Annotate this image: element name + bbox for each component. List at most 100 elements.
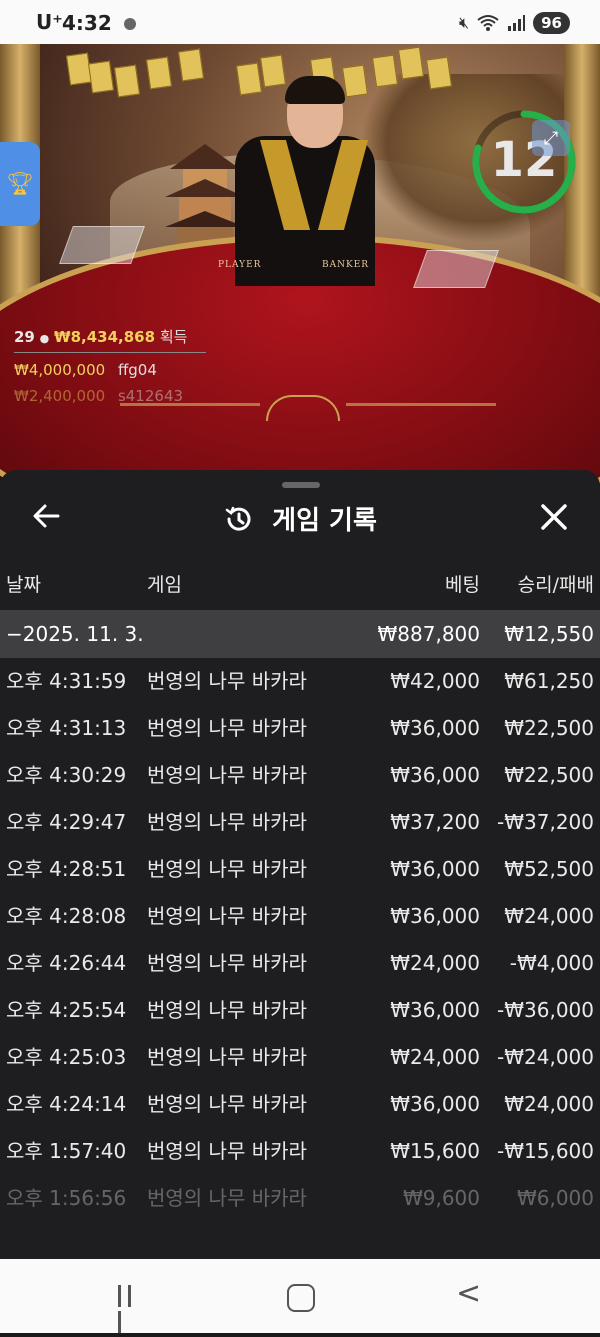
wifi-icon — [477, 15, 499, 31]
row-time: 오후 4:28:51 — [6, 857, 127, 881]
card-decoration — [398, 46, 424, 80]
row-bet: ₩36,000 — [390, 904, 480, 928]
table-fan-ornament — [266, 395, 340, 421]
row-time: 오후 4:30:29 — [6, 763, 127, 787]
card-decoration — [260, 54, 286, 88]
row-game: 번영의 나무 바카라 — [147, 810, 307, 834]
row-bet: ₩36,000 — [390, 763, 480, 787]
row-time: 오후 4:25:03 — [6, 1045, 127, 1069]
live-game-view[interactable]: PLAYER BANKER 🏆︎ 12 ⤢ 29 ● ₩8,434,868 획득… — [0, 44, 600, 484]
table-header: 날짜 게임 베팅 승리/패배 — [0, 570, 600, 610]
close-button[interactable] — [536, 502, 572, 538]
winner-amount: ₩4,000,000 — [14, 361, 106, 379]
history-row[interactable]: 오후 4:30:29 번영의 나무 바카라 ₩36,000 ₩22,500 — [0, 752, 600, 799]
winner-user: s412643 — [117, 387, 184, 405]
top-winner-row: ₩2,400,000 s412643 — [14, 383, 206, 409]
row-result: ₩6,000 — [516, 1186, 594, 1210]
row-game: 번영의 나무 바카라 — [147, 669, 307, 693]
row-time: 오후 1:57:40 — [6, 1139, 127, 1163]
row-bet: ₩36,000 — [390, 716, 480, 740]
clock: 4:32 — [62, 11, 112, 35]
history-clock-icon — [225, 506, 251, 531]
group-bet-total: ₩887,800 — [377, 622, 480, 646]
person-icon: ● — [39, 332, 50, 345]
row-game: 번영의 나무 바카라 — [147, 951, 307, 975]
battery-indicator: 96 — [533, 12, 570, 34]
row-time: 오후 4:31:13 — [6, 716, 127, 740]
dealer-hair — [285, 76, 345, 104]
history-row[interactable]: 오후 4:24:14 번영의 나무 바카라 ₩36,000 ₩24,000 — [0, 1081, 600, 1128]
home-button[interactable] — [287, 1284, 315, 1312]
status-bar: U⁺ 4:32 🔇︎ 96 — [0, 0, 600, 44]
row-result: -₩37,200 — [497, 810, 594, 834]
column-date: 날짜 — [6, 574, 41, 596]
back-nav-button[interactable]: < — [456, 1279, 481, 1309]
winners-panel: 29 ● ₩8,434,868 획득 ₩4,000,000 ffg04 ₩2,4… — [14, 324, 206, 409]
history-row[interactable]: 오후 4:26:44 번영의 나무 바카라 ₩24,000 -₩4,000 — [0, 940, 600, 987]
row-bet: ₩9,600 — [402, 1186, 480, 1210]
divider — [14, 352, 206, 353]
history-row[interactable]: 오후 4:31:59 번영의 나무 바카라 ₩42,000 ₩61,250 — [0, 658, 600, 705]
expand-icon[interactable]: ⤢ — [532, 120, 570, 156]
history-row[interactable]: 오후 4:25:54 번영의 나무 바카라 ₩36,000 -₩36,000 — [0, 987, 600, 1034]
history-row[interactable]: 오후 1:56:56 번영의 나무 바카라 ₩9,600 ₩6,000 — [0, 1175, 600, 1222]
row-game: 번영의 나무 바카라 — [147, 857, 307, 881]
history-row[interactable]: 오후 4:29:47 번영의 나무 바카라 ₩37,200 -₩37,200 — [0, 799, 600, 846]
notification-dot-icon — [124, 18, 136, 30]
row-result: ₩22,500 — [504, 716, 594, 740]
row-time: 오후 4:25:54 — [6, 998, 127, 1022]
game-history-panel: 게임 기록 날짜 게임 베팅 승리/패배 −2025. 11. 3. ₩887,… — [0, 470, 600, 1259]
row-bet: ₩24,000 — [390, 1045, 480, 1069]
close-icon — [541, 504, 567, 530]
signal-icon — [508, 15, 526, 31]
pagoda-image — [165, 144, 245, 249]
trophy-icon[interactable]: 🏆︎ — [0, 142, 40, 226]
card-decoration — [342, 64, 368, 98]
row-result: ₩22,500 — [504, 763, 594, 787]
row-time: 오후 4:24:14 — [6, 1092, 127, 1116]
row-result: ₩61,250 — [504, 669, 594, 693]
card-decoration — [236, 62, 262, 96]
row-game: 번영의 나무 바카라 — [147, 763, 307, 787]
panel-title: 게임 기록 — [0, 500, 600, 537]
row-time: 오후 4:31:59 — [6, 669, 127, 693]
row-game: 번영의 나무 바카라 — [147, 904, 307, 928]
row-bet: ₩36,000 — [390, 998, 480, 1022]
history-row[interactable]: 오후 1:57:40 번영의 나무 바카라 ₩15,600 -₩15,600 — [0, 1128, 600, 1175]
row-bet: ₩24,000 — [390, 951, 480, 975]
row-game: 번영의 나무 바카라 — [147, 998, 307, 1022]
row-result: -₩4,000 — [509, 951, 594, 975]
card-decoration — [146, 56, 172, 90]
winners-summary: 29 ● ₩8,434,868 획득 — [14, 324, 206, 350]
row-result: ₩24,000 — [504, 1092, 594, 1116]
recent-apps-button[interactable] — [118, 1285, 146, 1333]
row-game: 번영의 나무 바카라 — [147, 716, 307, 740]
date-group-summary[interactable]: −2025. 11. 3. ₩887,800 ₩12,550 — [0, 610, 600, 658]
history-row[interactable]: 오후 4:25:03 번영의 나무 바카라 ₩24,000 -₩24,000 — [0, 1034, 600, 1081]
total-win-amount: ₩8,434,868 — [54, 328, 156, 346]
history-row[interactable]: 오후 4:28:08 번영의 나무 바카라 ₩36,000 ₩24,000 — [0, 893, 600, 940]
row-result: ₩24,000 — [504, 904, 594, 928]
card-decoration — [426, 56, 452, 90]
carrier-label: U⁺ — [36, 10, 63, 34]
drag-handle[interactable] — [282, 482, 320, 488]
winners-count: 29 — [14, 328, 35, 346]
row-bet: ₩36,000 — [390, 1092, 480, 1116]
card-decoration — [114, 64, 140, 98]
card-shoe-right — [413, 250, 499, 288]
column-bet: 베팅 — [445, 574, 480, 596]
history-list[interactable]: −2025. 11. 3. ₩887,800 ₩12,550 오후 4:31:5… — [0, 610, 600, 1222]
winner-amount: ₩2,400,000 — [14, 387, 106, 405]
row-game: 번영의 나무 바카라 — [147, 1139, 307, 1163]
table-gold-line — [346, 403, 496, 406]
row-time: 오후 4:29:47 — [6, 810, 127, 834]
winner-user: ffg04 — [117, 361, 157, 379]
history-row[interactable]: 오후 4:28:51 번영의 나무 바카라 ₩36,000 ₩52,500 — [0, 846, 600, 893]
row-bet: ₩15,600 — [390, 1139, 480, 1163]
history-row[interactable]: 오후 4:31:13 번영의 나무 바카라 ₩36,000 ₩22,500 — [0, 705, 600, 752]
row-game: 번영의 나무 바카라 — [147, 1092, 307, 1116]
win-label: 획득 — [159, 328, 188, 346]
card-decoration — [372, 54, 398, 88]
panel-title-text: 게임 기록 — [272, 506, 377, 536]
row-time: 오후 4:26:44 — [6, 951, 127, 975]
